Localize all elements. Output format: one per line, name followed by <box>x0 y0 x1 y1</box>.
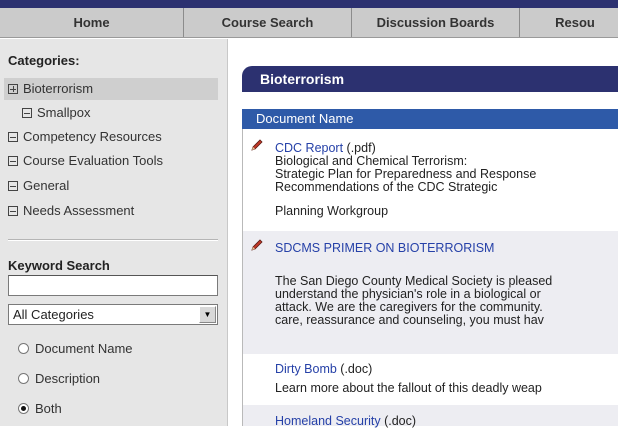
document-note: Planning Workgroup <box>275 205 389 218</box>
radio-document-name[interactable]: Document Name <box>18 338 133 360</box>
section-title: Bioterrorism <box>242 66 618 92</box>
category-label: Bioterrorism <box>23 81 94 96</box>
category-label: Course Evaluation Tools <box>23 153 163 168</box>
nav-tab-home[interactable]: Home <box>0 8 184 37</box>
category-general[interactable]: General <box>4 175 218 197</box>
radio-button-checked-icon[interactable] <box>18 403 29 414</box>
collapse-minus-icon[interactable] <box>22 108 32 118</box>
radio-button-icon[interactable] <box>18 343 29 354</box>
category-select[interactable]: All Categories ▼ <box>8 304 218 325</box>
radio-button-icon[interactable] <box>18 373 29 384</box>
top-banner-strip <box>0 0 618 8</box>
top-nav: Home Course Search Discussion Boards Res… <box>0 8 618 38</box>
document-title[interactable]: CDC Report <box>275 141 343 155</box>
keyword-search-heading: Keyword Search <box>8 258 110 273</box>
collapse-minus-icon[interactable] <box>8 132 18 142</box>
radio-both[interactable]: Both <box>18 398 62 420</box>
document-item-homeland-security: Homeland Security (.doc) <box>243 405 618 428</box>
category-needs-assessment[interactable]: Needs Assessment <box>4 200 218 222</box>
category-bioterrorism[interactable]: Bioterrorism <box>4 78 218 100</box>
nav-tab-resources[interactable]: Resou <box>520 8 618 37</box>
document-description: Learn more about the fallout of this dea… <box>275 382 542 395</box>
document-ext: (.doc) <box>336 362 373 376</box>
document-link[interactable]: Dirty Bomb (.doc) <box>275 362 372 376</box>
category-label: Smallpox <box>37 105 91 120</box>
radio-description[interactable]: Description <box>18 368 100 390</box>
document-description: Biological and Chemical Terrorism: Strat… <box>275 155 537 194</box>
sidebar-divider <box>8 239 218 241</box>
document-ext: (.pdf) <box>343 141 376 155</box>
category-label: Competency Resources <box>23 129 162 144</box>
category-smallpox[interactable]: Smallpox <box>18 102 218 124</box>
sidebar: Categories: Bioterrorism Smallpox Compet… <box>0 39 228 426</box>
pencil-icon <box>251 239 263 251</box>
document-item-cdc-report: CDC Report (.pdf) Biological and Chemica… <box>243 129 618 227</box>
category-competency-resources[interactable]: Competency Resources <box>4 126 226 148</box>
document-title[interactable]: Dirty Bomb <box>275 362 337 376</box>
category-label: Needs Assessment <box>23 203 135 218</box>
document-link[interactable]: CDC Report (.pdf) <box>275 141 376 155</box>
category-select-value: All Categories <box>13 307 94 322</box>
nav-tab-discussion-boards[interactable]: Discussion Boards <box>352 8 520 37</box>
collapse-minus-icon[interactable] <box>8 156 18 166</box>
radio-label: Both <box>35 401 62 416</box>
keyword-search-input[interactable] <box>8 275 218 296</box>
radio-label: Description <box>35 371 101 386</box>
radio-label: Document Name <box>35 341 133 356</box>
document-item-sdcms-primer: SDCMS PRIMER ON BIOTERRORISM The San Die… <box>243 231 618 354</box>
categories-heading: Categories: <box>8 53 80 68</box>
document-description: The San Diego County Medical Society is … <box>275 275 553 327</box>
expand-plus-icon[interactable] <box>8 84 18 94</box>
document-name-column-header[interactable]: Document Name <box>242 109 618 129</box>
document-title[interactable]: SDCMS PRIMER ON BIOTERRORISM <box>275 241 494 255</box>
category-label: General <box>23 178 70 193</box>
collapse-minus-icon[interactable] <box>8 206 18 216</box>
category-course-evaluation-tools[interactable]: Course Evaluation Tools <box>4 150 226 172</box>
main-content: Bioterrorism Document Name CDC Report (.… <box>229 39 618 428</box>
pencil-icon <box>251 139 263 151</box>
collapse-minus-icon[interactable] <box>8 181 18 191</box>
document-item-dirty-bomb: Dirty Bomb (.doc) Learn more about the f… <box>243 356 618 410</box>
document-link[interactable]: SDCMS PRIMER ON BIOTERRORISM <box>275 241 494 255</box>
nav-tab-course-search[interactable]: Course Search <box>184 8 352 37</box>
dropdown-arrow-icon[interactable]: ▼ <box>199 306 216 323</box>
